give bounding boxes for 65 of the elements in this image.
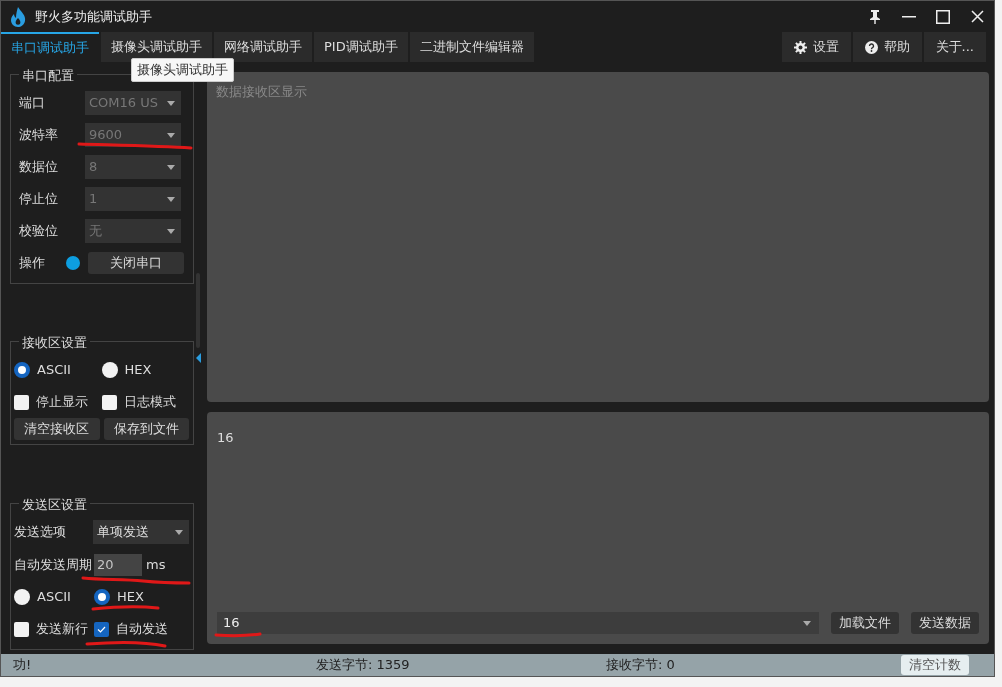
dropdown: 无 (85, 219, 181, 243)
received-bytes: 接收字节: 0 (606, 656, 676, 675)
field-label: 数据位 (19, 158, 59, 177)
radio-button[interactable] (101, 362, 118, 378)
radio-button[interactable] (94, 589, 110, 605)
action-button[interactable]: 保存到文件 (103, 418, 189, 440)
settings-icon (793, 40, 807, 54)
hand-drawn-underline (214, 632, 262, 638)
checkbox[interactable] (14, 621, 29, 637)
caret-icon (167, 196, 175, 202)
dropdown: 9600 (85, 123, 181, 147)
sent-bytes: 发送字节: 1359 (316, 656, 411, 675)
option-label: ASCII (37, 588, 71, 607)
flame-logo-icon (9, 5, 27, 28)
field-label: 停止位 (19, 190, 59, 209)
checkbox[interactable] (14, 394, 29, 410)
tab[interactable]: 二进制文件编辑器 (409, 32, 534, 62)
option-label: 停止显示 (36, 393, 88, 412)
checkbox[interactable] (101, 394, 117, 410)
caret-icon (803, 620, 811, 626)
field-label: 波特率 (19, 126, 59, 145)
tab[interactable]: 摄像头调试助手 (101, 32, 212, 62)
checkbox[interactable] (94, 621, 109, 637)
option-label: 日志模式 (123, 393, 176, 412)
caret-icon (167, 228, 175, 234)
period-field[interactable]: 20 (94, 553, 142, 576)
window-title: 野火多功能调试助手 (35, 7, 152, 26)
about-button[interactable]: 关于... (923, 32, 986, 62)
option-label: 发送新行 (36, 620, 88, 639)
status-message: 功! (13, 656, 33, 675)
field-label: 操作 (19, 254, 45, 273)
caret-icon (175, 529, 183, 535)
help-button[interactable]: 帮助 (852, 32, 922, 62)
action-button[interactable]: 发送数据 (911, 612, 979, 634)
close-port-button[interactable]: 关闭串口 (88, 252, 184, 274)
send-text[interactable]: 16 (217, 428, 979, 448)
unit-label: ms (146, 555, 166, 574)
caret-icon (167, 132, 175, 138)
help-icon (864, 40, 878, 54)
hand-drawn-underline (91, 605, 160, 611)
option-label: ASCII (37, 361, 71, 380)
field-label: 校验位 (19, 222, 59, 241)
clear-count-button[interactable]: 清空计数 (901, 655, 969, 675)
field-label: 自动发送周期 (14, 555, 92, 574)
radio-button[interactable] (14, 362, 30, 378)
action-button[interactable]: 清空接收区 (14, 418, 100, 440)
field-label: 端口 (19, 94, 46, 113)
dropdown: 8 (85, 155, 181, 179)
settings-button[interactable]: 设置 (781, 32, 851, 62)
option-label: 自动发送 (116, 620, 168, 639)
dropdown[interactable]: 单项发送 (93, 520, 189, 544)
field-label: 发送选项 (14, 523, 66, 542)
radio-button[interactable] (14, 589, 30, 605)
dropdown: COM16 US (85, 91, 181, 115)
check-icon (97, 625, 106, 633)
action-button[interactable]: 加载文件 (831, 612, 899, 634)
option-label: HEX (117, 588, 144, 607)
history-dropdown[interactable]: 16 (217, 612, 819, 634)
dropdown: 1 (85, 187, 181, 211)
option-label: HEX (124, 361, 152, 380)
tab[interactable]: PID调试助手 (314, 32, 408, 62)
splitter-arrow-icon[interactable] (196, 353, 201, 363)
caret-icon (167, 100, 175, 106)
caret-icon (167, 164, 175, 170)
tab[interactable]: 网络调试助手 (214, 32, 312, 62)
